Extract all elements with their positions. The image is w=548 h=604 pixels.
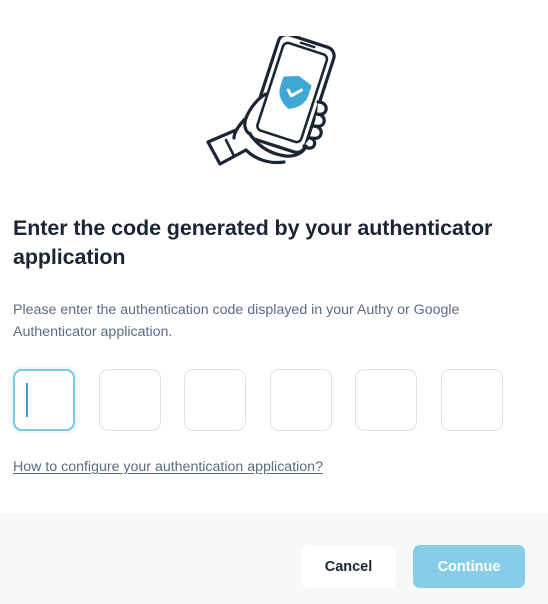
dialog-description: Please enter the authentication code dis… bbox=[13, 302, 460, 340]
code-input-group bbox=[13, 369, 503, 431]
code-input-5[interactable] bbox=[355, 369, 417, 431]
code-input-2[interactable] bbox=[98, 369, 161, 431]
continue-button[interactable]: Continue bbox=[413, 545, 525, 588]
configure-authenticator-link[interactable]: How to configure your authentication app… bbox=[13, 459, 323, 475]
authenticator-dialog: Enter the code generated by your authent… bbox=[0, 0, 548, 604]
code-input-1[interactable] bbox=[13, 369, 75, 431]
hand-holding-phone-illustration bbox=[200, 32, 340, 172]
code-input-6[interactable] bbox=[440, 369, 503, 431]
code-input-4[interactable] bbox=[269, 369, 332, 431]
code-input-3[interactable] bbox=[184, 369, 246, 431]
text-caret bbox=[26, 383, 28, 417]
cancel-button[interactable]: Cancel bbox=[301, 545, 396, 588]
dialog-footer: Cancel Continue bbox=[0, 513, 548, 604]
dialog-title: Enter the code generated by your authent… bbox=[13, 216, 493, 269]
